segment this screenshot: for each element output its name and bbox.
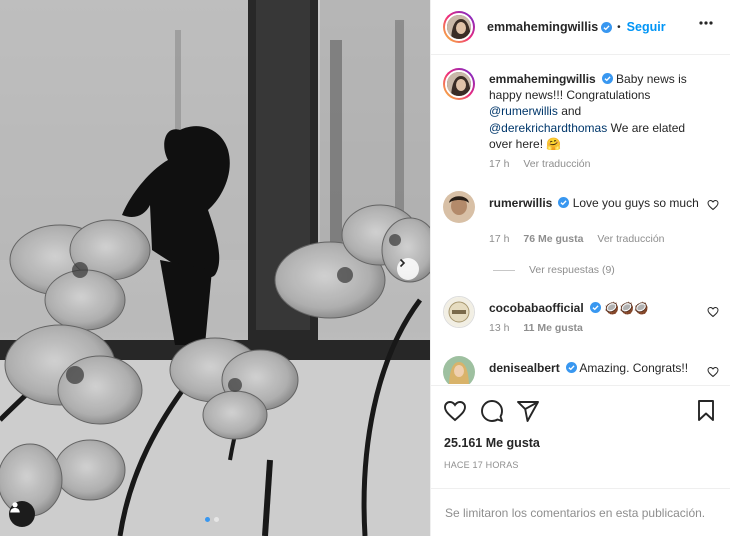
commenter-username[interactable]: denisealbert: [489, 361, 560, 375]
post-actions: 25.161 Me gusta HACE 17 HORAS: [431, 385, 730, 485]
comment-body: Love you guys so much: [572, 196, 699, 210]
avatar-logo: [444, 297, 474, 327]
verified-badge-icon: [589, 302, 601, 313]
like-count[interactable]: 25.161 Me gusta: [444, 436, 540, 450]
comment-text: rumerwillis Love you guys so much: [489, 195, 703, 211]
view-replies-button[interactable]: Ver respuestas (9): [493, 264, 615, 276]
more-options-icon[interactable]: [699, 21, 713, 25]
replies-divider: [493, 269, 515, 271]
comments-limited-notice: Se limitaron los comentarios en esta pub…: [431, 488, 730, 536]
caption-avatar[interactable]: [443, 68, 475, 100]
comment-item: denisealbert Amazing. Congrats!!: [443, 356, 723, 384]
post-header: emmahemingwillis • Seguir: [431, 0, 730, 55]
comment-item: rumerwillis Love you guys so much 17 h 7…: [443, 191, 723, 271]
avatar-photo: [447, 15, 471, 39]
comment-time[interactable]: 17 h: [489, 233, 509, 245]
share-icon[interactable]: [516, 399, 540, 423]
comment-text: cocobabaofficial 🥥🥥🥥: [489, 300, 703, 316]
mention-link[interactable]: @rumerwillis: [489, 104, 558, 118]
comment-likes[interactable]: 76 Me gusta: [523, 233, 583, 245]
author-avatar[interactable]: [443, 11, 475, 43]
comments-list: emmahemingwillis Baby news is happy news…: [431, 56, 730, 384]
verified-badge-icon: [565, 362, 577, 373]
comment-likes[interactable]: 11 Me gusta: [523, 322, 583, 334]
comment-meta: 13 h 11 Me gusta: [489, 322, 594, 334]
translate-link[interactable]: Ver traducción: [523, 158, 590, 170]
commenter-avatar[interactable]: [443, 296, 475, 328]
heart-icon[interactable]: [443, 399, 467, 423]
save-bookmark-icon[interactable]: [695, 399, 717, 423]
hug-emoji: 🤗: [546, 136, 562, 151]
comment-body: Amazing. Congrats!!: [579, 361, 689, 375]
header-separator: •: [617, 21, 621, 33]
comment-time[interactable]: 13 h: [489, 322, 509, 334]
author-username[interactable]: emmahemingwillis: [487, 20, 598, 34]
carousel-dot: [214, 517, 219, 522]
post-image[interactable]: [0, 0, 430, 536]
verified-badge-icon: [601, 73, 613, 84]
comment-icon[interactable]: [480, 399, 504, 423]
caption-text: emmahemingwillis Baby news is happy news…: [489, 71, 693, 152]
follow-button[interactable]: Seguir: [627, 20, 666, 34]
mention-link[interactable]: @derekrichardthomas: [489, 121, 607, 135]
chevron-right-icon: [399, 258, 406, 268]
caption-meta: 17 h Ver traducción: [489, 158, 601, 170]
comment-body: 🥥🥥🥥: [604, 301, 649, 315]
post-timestamp[interactable]: HACE 17 HORAS: [444, 460, 519, 470]
commenter-username[interactable]: rumerwillis: [489, 196, 552, 210]
heart-icon[interactable]: [707, 199, 719, 211]
avatar-photo: [443, 356, 475, 384]
verified-badge-icon: [601, 21, 613, 33]
verified-badge-icon: [558, 197, 570, 208]
post-sidebar: emmahemingwillis • Seguir emmahemingwill…: [430, 0, 730, 536]
carousel-next-button[interactable]: [397, 258, 419, 280]
caption-conjunction: and: [561, 104, 582, 119]
commenter-avatar[interactable]: [443, 191, 475, 223]
commenter-avatar[interactable]: [443, 356, 475, 384]
carousel-indicator: [205, 517, 219, 522]
translate-link[interactable]: Ver traducción: [597, 233, 664, 245]
heart-icon[interactable]: [707, 366, 719, 378]
carousel-dot: [205, 517, 210, 522]
user-tag-button[interactable]: [9, 501, 35, 527]
avatar-photo: [447, 72, 471, 96]
caption-username[interactable]: emmahemingwillis: [489, 72, 596, 86]
view-replies-label: Ver respuestas (9): [529, 264, 615, 276]
commenter-username[interactable]: cocobabaofficial: [489, 301, 584, 315]
comment-item: cocobabaofficial 🥥🥥🥥 13 h 11 Me gusta: [443, 296, 723, 346]
caption-time[interactable]: 17 h: [489, 158, 509, 170]
photo-scene: [0, 0, 430, 536]
comment-meta: 17 h 76 Me gusta Ver traducción: [489, 233, 676, 245]
post-caption: emmahemingwillis Baby news is happy news…: [443, 68, 723, 178]
user-tag-icon: [10, 502, 20, 513]
heart-icon[interactable]: [707, 306, 719, 318]
comment-text: denisealbert Amazing. Congrats!!: [489, 360, 703, 376]
avatar-photo: [443, 191, 475, 223]
